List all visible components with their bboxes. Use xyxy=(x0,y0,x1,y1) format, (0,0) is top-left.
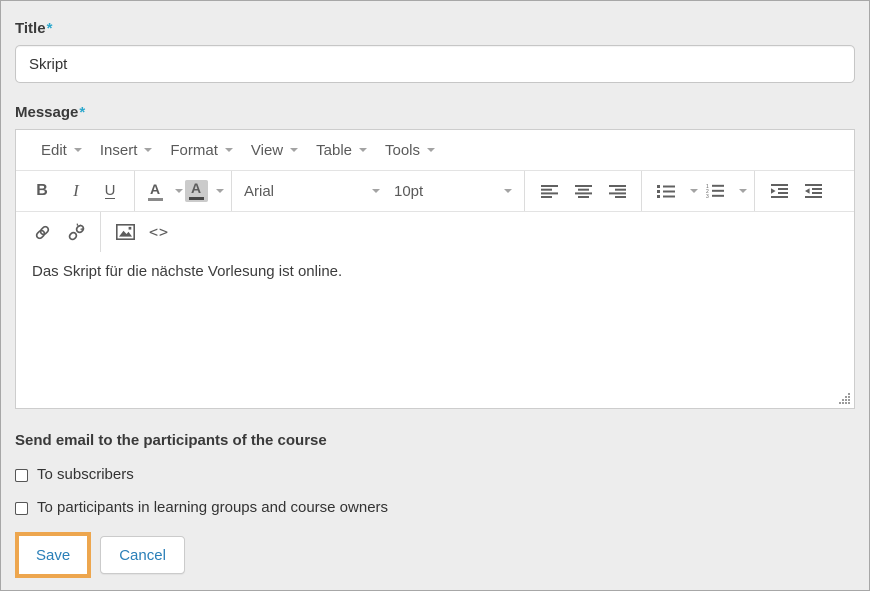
underline-glyph: U xyxy=(105,183,116,199)
background-color-icon: A xyxy=(185,180,208,202)
caret-down-icon xyxy=(225,148,233,152)
editor-toolbar-row2: <> xyxy=(16,211,854,252)
align-right-icon xyxy=(609,185,626,198)
menu-table[interactable]: Table xyxy=(307,142,376,159)
source-code-icon: <> xyxy=(149,223,169,241)
save-button-highlight: Save xyxy=(15,532,91,578)
caret-down-icon xyxy=(690,189,698,193)
save-button[interactable]: Save xyxy=(19,536,87,574)
font-family-value: Arial xyxy=(244,183,274,200)
numbered-list-button[interactable]: 123 xyxy=(698,176,732,206)
title-input[interactable] xyxy=(15,45,855,83)
caret-down-icon xyxy=(504,189,512,193)
caret-down-icon xyxy=(359,148,367,152)
menu-tools-label: Tools xyxy=(385,142,420,159)
background-color-caret[interactable] xyxy=(209,176,224,206)
checkbox-to-participants[interactable] xyxy=(15,502,28,515)
caret-down-icon xyxy=(739,189,747,193)
checkbox-row-subscribers[interactable]: To subscribers xyxy=(15,467,855,483)
cancel-button[interactable]: Cancel xyxy=(100,536,185,574)
editor-menubar: Edit Insert Format View Table Tools xyxy=(16,130,854,170)
bullet-list-caret[interactable] xyxy=(683,176,698,206)
message-label: Message* xyxy=(15,104,855,122)
underline-button[interactable]: U xyxy=(93,176,127,206)
caret-down-icon xyxy=(216,189,224,193)
menu-view-label: View xyxy=(251,142,283,159)
caret-down-icon xyxy=(175,189,183,193)
insert-link-button[interactable] xyxy=(25,217,59,247)
format-group: B I U xyxy=(18,171,135,211)
outdent-button[interactable] xyxy=(796,176,830,206)
editor-text: Das Skript für die nächste Vorlesung ist… xyxy=(32,263,838,280)
indent-icon xyxy=(771,184,788,198)
resize-grip-icon[interactable] xyxy=(839,393,851,405)
caret-down-icon xyxy=(427,148,435,152)
menu-tools[interactable]: Tools xyxy=(376,142,444,159)
required-marker: * xyxy=(47,20,53,37)
rich-text-editor: Edit Insert Format View Table Tools B I … xyxy=(15,129,855,409)
menu-insert[interactable]: Insert xyxy=(91,142,162,159)
caret-down-icon xyxy=(372,189,380,193)
align-group xyxy=(525,171,642,211)
numbered-list-icon: 123 xyxy=(706,184,724,198)
numbered-list-caret[interactable] xyxy=(732,176,747,206)
menu-table-label: Table xyxy=(316,142,352,159)
menu-edit-label: Edit xyxy=(41,142,67,159)
align-center-icon xyxy=(575,185,592,198)
editor-toolbar-row1: B I U A A Arial 10pt xyxy=(16,170,854,211)
indent-group xyxy=(755,171,837,211)
menu-format[interactable]: Format xyxy=(161,142,242,159)
menu-format-label: Format xyxy=(170,142,218,159)
title-label-text: Title xyxy=(15,20,46,37)
text-color-caret[interactable] xyxy=(168,176,183,206)
checkbox-label: To subscribers xyxy=(37,467,134,483)
caret-down-icon xyxy=(290,148,298,152)
align-center-button[interactable] xyxy=(566,176,600,206)
message-label-text: Message xyxy=(15,104,78,121)
menu-view[interactable]: View xyxy=(242,142,307,159)
text-color-button[interactable]: A xyxy=(142,176,168,206)
background-color-button[interactable]: A xyxy=(183,176,209,206)
indent-button[interactable] xyxy=(762,176,796,206)
caret-down-icon xyxy=(74,148,82,152)
unlink-icon xyxy=(67,223,86,242)
editor-content-area[interactable]: Das Skript für die nächste Vorlesung ist… xyxy=(16,252,854,408)
color-group: A A xyxy=(135,171,232,211)
checkbox-to-subscribers[interactable] xyxy=(15,469,28,482)
checkbox-row-participants[interactable]: To participants in learning groups and c… xyxy=(15,500,855,516)
title-label: Title* xyxy=(15,20,855,38)
list-group: 123 xyxy=(642,171,755,211)
align-right-button[interactable] xyxy=(600,176,634,206)
svg-text:3: 3 xyxy=(706,194,709,198)
font-group: Arial 10pt xyxy=(232,171,525,211)
font-size-value: 10pt xyxy=(394,183,423,200)
menu-edit[interactable]: Edit xyxy=(32,142,91,159)
news-entry-form: Title* Message* Edit Insert Format View … xyxy=(0,0,870,591)
menu-insert-label: Insert xyxy=(100,142,138,159)
bullet-list-icon xyxy=(657,185,675,198)
form-actions: Save Cancel xyxy=(15,532,855,578)
bullet-list-button[interactable] xyxy=(649,176,683,206)
outdent-icon xyxy=(805,184,822,198)
link-group xyxy=(18,212,101,252)
insert-group: <> xyxy=(101,212,183,252)
insert-image-button[interactable] xyxy=(108,217,142,247)
text-color-icon: A xyxy=(148,182,163,201)
required-marker: * xyxy=(79,104,85,121)
font-family-select[interactable]: Arial xyxy=(239,176,385,206)
caret-down-icon xyxy=(144,148,152,152)
source-code-button[interactable]: <> xyxy=(142,217,176,247)
align-left-icon xyxy=(541,185,558,198)
align-left-button[interactable] xyxy=(532,176,566,206)
bold-button[interactable]: B xyxy=(25,176,59,206)
remove-link-button[interactable] xyxy=(59,217,93,247)
send-email-heading: Send email to the participants of the co… xyxy=(15,432,855,450)
italic-button[interactable]: I xyxy=(59,176,93,206)
image-icon xyxy=(116,224,135,240)
link-icon xyxy=(33,223,52,242)
checkbox-label: To participants in learning groups and c… xyxy=(37,500,388,516)
font-size-select[interactable]: 10pt xyxy=(389,176,517,206)
